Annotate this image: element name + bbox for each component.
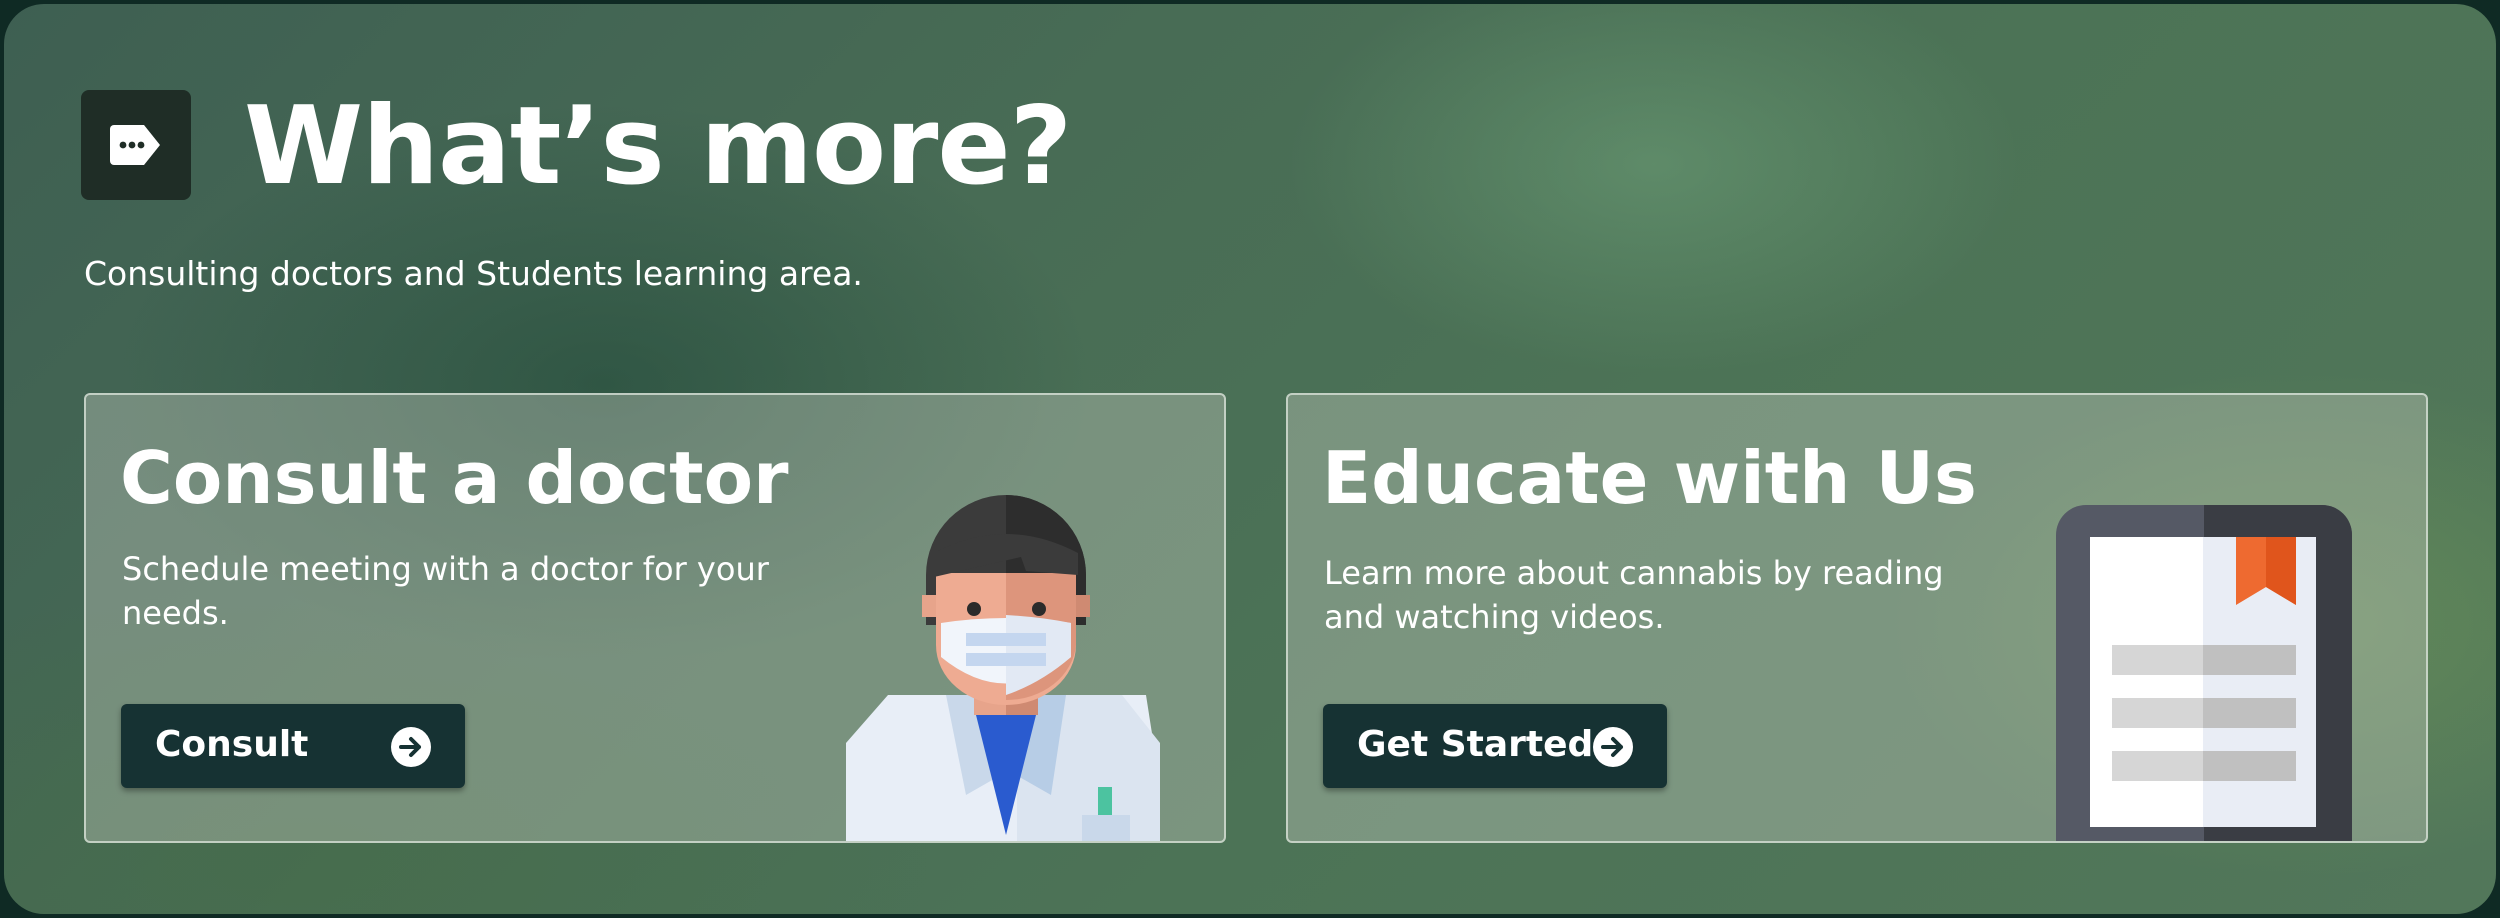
doctor-illustration	[846, 495, 1160, 841]
arrow-right-circle-icon	[391, 727, 431, 767]
tag-icon	[110, 125, 160, 165]
card-title: Educate with Us	[1322, 436, 1977, 520]
page-subtitle: Consulting doctors and Students learning…	[84, 254, 863, 293]
header-icon-box	[81, 90, 191, 200]
card-description: Schedule meeting with a doctor for your …	[122, 550, 769, 632]
page-title: What’s more?	[244, 84, 1072, 209]
consult-button[interactable]: Consult	[121, 704, 465, 788]
arrow-right-circle-icon	[1593, 727, 1633, 767]
button-label: Consult	[155, 724, 309, 765]
card-description: Learn more about cannabis by reading and…	[1324, 554, 1944, 636]
card-title: Consult a doctor	[120, 436, 789, 520]
button-label: Get Started	[1357, 724, 1594, 765]
consult-doctor-card: Consult a doctor Schedule meeting with a…	[84, 393, 1226, 843]
whats-more-panel: What’s more? Consulting doctors and Stud…	[4, 4, 2496, 914]
book-illustration	[2056, 505, 2352, 841]
get-started-button[interactable]: Get Started	[1323, 704, 1667, 788]
educate-card: Educate with Us Learn more about cannabi…	[1286, 393, 2428, 843]
